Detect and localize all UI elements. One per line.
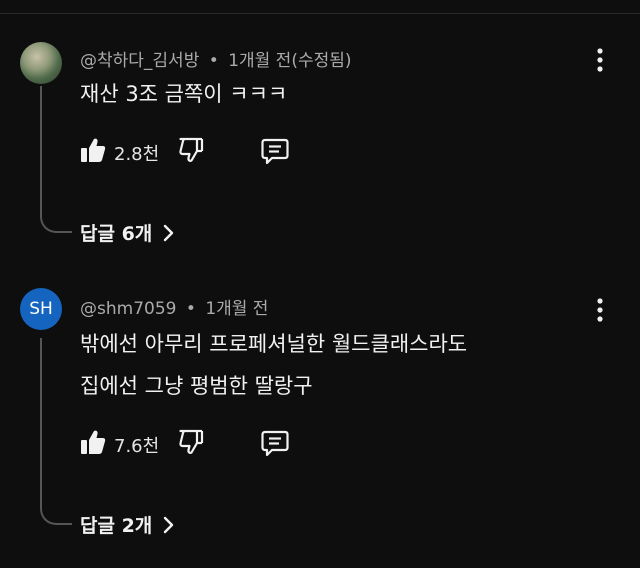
replies-toggle[interactable]: 답글 6개: [80, 219, 174, 246]
author-name[interactable]: @shm7059: [80, 299, 176, 319]
chevron-right-icon: [164, 224, 174, 241]
author-name[interactable]: @착하다_김서방: [80, 51, 199, 71]
like-count: 7.6천: [114, 436, 160, 457]
user-avatar[interactable]: SH: [20, 288, 62, 330]
user-avatar[interactable]: [20, 42, 62, 84]
comment-time: 1개월 전: [205, 299, 269, 319]
replies-toggle[interactable]: 답글 2개: [80, 511, 174, 538]
comment-time: 1개월 전(수정됨): [228, 51, 352, 71]
more-vertical-icon[interactable]: [592, 296, 608, 324]
comment-header: @shm7059 • 1개월 전: [80, 294, 268, 319]
divider-line: [0, 13, 640, 14]
header-separator: •: [185, 299, 196, 319]
comment-text-line-2: 집에선 그냥 평범한 딸랑구: [80, 374, 313, 398]
thread-line: [40, 86, 72, 233]
replies-label: 답글 2개: [80, 515, 153, 537]
comment-text: 재산 3조 금쪽이 ㅋㅋㅋ: [80, 82, 288, 106]
avatar-initials: SH: [29, 299, 53, 319]
more-vertical-icon[interactable]: [592, 46, 608, 74]
thumbs-down-icon[interactable]: [178, 428, 204, 456]
thumbs-up-icon[interactable]: [80, 136, 106, 164]
like-count: 2.8천: [114, 144, 160, 165]
thumbs-down-icon[interactable]: [178, 136, 204, 164]
chevron-right-icon: [164, 516, 174, 533]
replies-label: 답글 6개: [80, 223, 153, 245]
reply-comment-icon[interactable]: [260, 136, 290, 166]
header-separator: •: [208, 51, 219, 71]
thumbs-up-icon[interactable]: [80, 428, 106, 456]
comment-text-line-1: 밖에선 아무리 프로페셔널한 월드클래스라도: [80, 332, 468, 356]
comment-header: @착하다_김서방 • 1개월 전(수정됨): [80, 46, 352, 71]
thread-line: [40, 338, 72, 525]
reply-comment-icon[interactable]: [260, 428, 290, 458]
